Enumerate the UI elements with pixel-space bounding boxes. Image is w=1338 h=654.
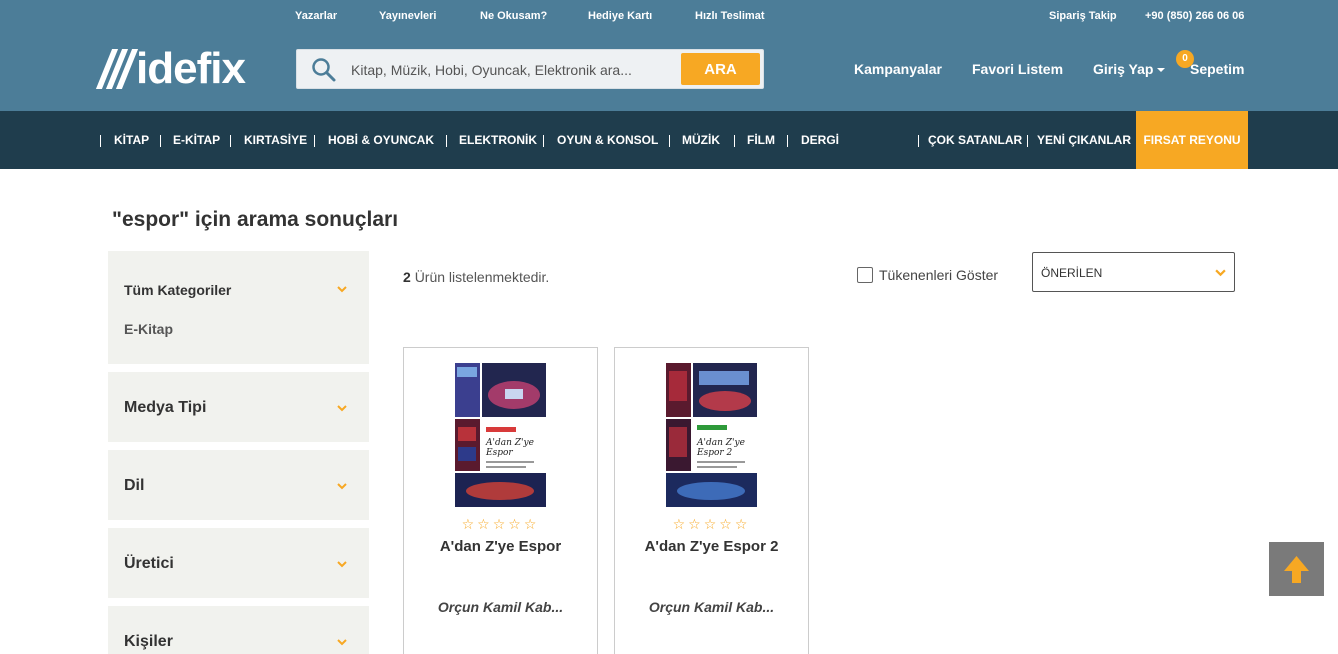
- product-author[interactable]: Orçun Kamil Kab...: [615, 599, 808, 615]
- filter-uretici-title: Üretici: [124, 555, 174, 572]
- filter-all-categories: Tüm Kategoriler E-Kitap: [108, 251, 369, 364]
- nav-muzik[interactable]: MÜZİK: [682, 133, 720, 147]
- arrow-up-icon: [1284, 556, 1309, 583]
- link-yazarlar[interactable]: Yazarlar: [295, 10, 337, 22]
- cover-title-line1: A'dan Z'ye: [485, 438, 534, 448]
- link-hediye-karti[interactable]: Hediye Kartı: [588, 10, 652, 22]
- phone-number[interactable]: +90 (850) 266 06 06: [1145, 10, 1244, 22]
- filter-all-categories-title[interactable]: Tüm Kategoriler: [124, 282, 231, 298]
- nav-cok-satanlar[interactable]: ÇOK SATANLAR: [928, 133, 1022, 147]
- idefix-logo[interactable]: idefix: [95, 44, 246, 93]
- filter-category-e-kitap[interactable]: E-Kitap: [124, 321, 173, 337]
- favori-listem-link[interactable]: Favori Listem: [972, 61, 1063, 77]
- nav-firsat-reyonu[interactable]: FIRSAT REYONU: [1136, 111, 1248, 169]
- search-box: ARA: [296, 49, 764, 89]
- rating-stars: ☆☆☆☆☆: [461, 516, 540, 532]
- show-out-of-stock-label: Tükenenleri Göster: [879, 267, 999, 283]
- nav-kirtasiye[interactable]: KIRTASİYE: [244, 133, 307, 147]
- cover-title-line2: Espor: [485, 448, 513, 458]
- filter-kisiler[interactable]: Kişiler: [108, 606, 369, 654]
- giris-yap-dropdown[interactable]: Giriş Yap: [1093, 61, 1166, 77]
- result-count: 2 Ürün listelenmektedir.: [403, 269, 549, 285]
- sepetim-link[interactable]: Sepetim: [1190, 61, 1244, 77]
- cart-count-badge: 0: [1176, 50, 1194, 68]
- product-card[interactable]: A'dan Z'ye Espor 2 ☆☆☆☆☆ A'dan Z'ye Espo…: [614, 347, 809, 654]
- result-count-label: Ürün listelenmektedir.: [414, 269, 550, 285]
- show-out-of-stock-checkbox[interactable]: [857, 267, 873, 283]
- nav-hobi-oyuncak[interactable]: HOBİ & OYUNCAK: [328, 133, 434, 147]
- search-button[interactable]: ARA: [681, 53, 760, 85]
- filter-dil[interactable]: Dil: [108, 450, 369, 520]
- link-siparis-takip[interactable]: Sipariş Takip: [1049, 10, 1117, 22]
- nav-e-kitap[interactable]: E-KİTAP: [173, 133, 220, 147]
- scroll-to-top-button[interactable]: [1269, 542, 1324, 596]
- sort-select[interactable]: ÖNERİLEN: [1032, 252, 1235, 292]
- chevron-down-icon: [337, 483, 347, 490]
- chevron-down-icon: [337, 405, 347, 412]
- nav-elektronik[interactable]: ELEKTRONİK: [459, 133, 537, 147]
- filter-medya-tipi[interactable]: Medya Tipi: [108, 372, 369, 442]
- nav-dergi[interactable]: DERGİ: [801, 133, 839, 147]
- nav-film[interactable]: FİLM: [747, 133, 775, 147]
- product-cover-image[interactable]: A'dan Z'ye Espor 2: [666, 363, 757, 507]
- giris-yap-label: Giriş Yap: [1093, 61, 1154, 77]
- nav-yeni-cikanlar[interactable]: YENİ ÇIKANLAR: [1037, 133, 1131, 147]
- product-card[interactable]: A'dan Z'ye Espor ☆☆☆☆☆ A'dan Z'ye Espor …: [403, 347, 598, 654]
- filter-kisiler-title: Kişiler: [124, 633, 173, 650]
- sort-selected-value: ÖNERİLEN: [1041, 266, 1103, 280]
- filter-medya-tipi-title: Medya Tipi: [124, 399, 207, 416]
- link-ne-okusam[interactable]: Ne Okusam?: [480, 10, 547, 22]
- product-author[interactable]: Orçun Kamil Kab...: [404, 599, 597, 615]
- logo-text: idefix: [136, 44, 246, 93]
- cover-title-line2: Espor 2: [696, 448, 733, 458]
- chevron-down-icon: [1215, 269, 1226, 277]
- search-icon: [312, 58, 336, 82]
- filter-uretici[interactable]: Üretici: [108, 528, 369, 598]
- caret-down-icon: [1157, 68, 1166, 73]
- cover-title-line1: A'dan Z'ye: [696, 438, 745, 448]
- chevron-down-icon: [337, 639, 347, 646]
- rating-stars: ☆☆☆☆☆: [672, 516, 751, 532]
- nav-kitap[interactable]: KİTAP: [114, 133, 149, 147]
- chevron-down-icon: [337, 561, 347, 568]
- link-yayinevleri[interactable]: Yayınevleri: [379, 10, 437, 22]
- product-title[interactable]: A'dan Z'ye Espor 2: [615, 538, 808, 555]
- page-title: "espor" için arama sonuçları: [112, 208, 399, 231]
- filter-dil-title: Dil: [124, 477, 145, 494]
- link-hizli-teslimat[interactable]: Hızlı Teslimat: [695, 10, 764, 22]
- show-out-of-stock-toggle[interactable]: Tükenenleri Göster: [857, 267, 998, 283]
- kampanyalar-link[interactable]: Kampanyalar: [854, 61, 942, 77]
- search-input[interactable]: [351, 58, 671, 82]
- product-cover-image[interactable]: A'dan Z'ye Espor: [455, 363, 546, 507]
- product-title[interactable]: A'dan Z'ye Espor: [404, 538, 597, 555]
- chevron-down-icon[interactable]: [337, 284, 347, 294]
- result-count-number: 2: [403, 269, 411, 285]
- header: Yazarlar Yayınevleri Ne Okusam? Hediye K…: [0, 0, 1338, 111]
- nav-oyun-konsol[interactable]: OYUN & KONSOL: [557, 133, 658, 147]
- logo-slashes-icon: [95, 49, 139, 89]
